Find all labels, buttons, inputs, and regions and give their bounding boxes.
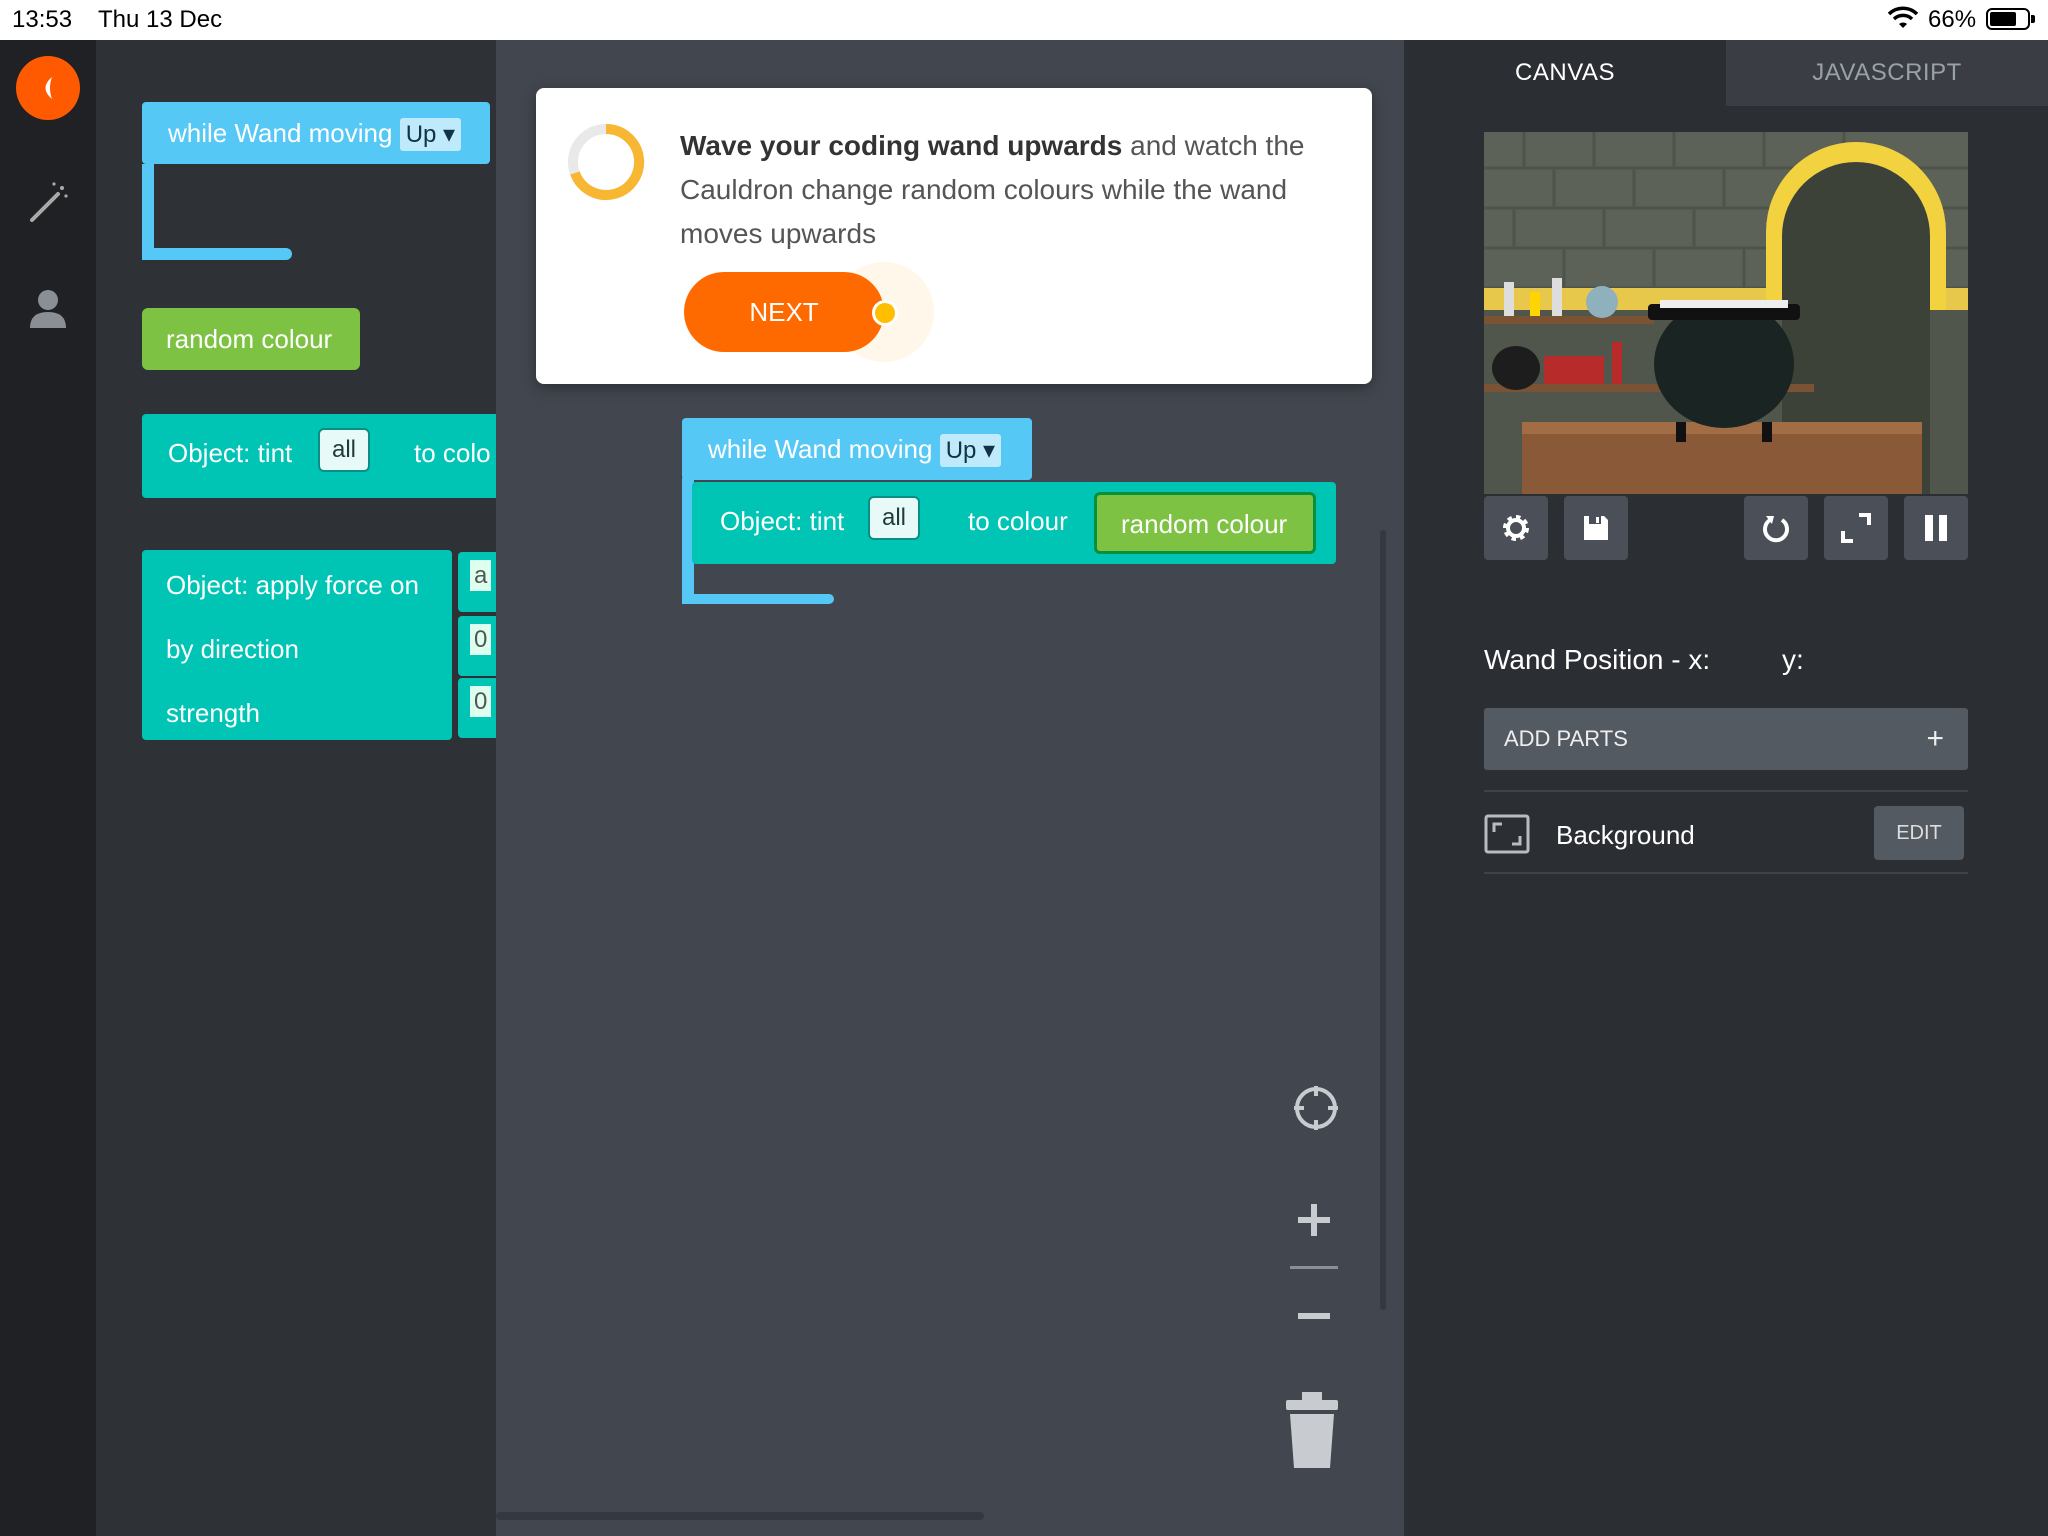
tint-target-chip[interactable]: all	[318, 428, 371, 472]
battery-percent: 66%	[1928, 6, 1977, 33]
tint-to-label: to colour	[968, 506, 1068, 536]
gear-icon	[1503, 515, 1529, 541]
trash-icon[interactable]	[1284, 1392, 1340, 1470]
force-input-2[interactable]: 0	[458, 616, 496, 676]
zoom-out-icon[interactable]	[1296, 1310, 1332, 1322]
parts-divider	[1484, 790, 1968, 792]
zoom-divider	[1290, 1266, 1338, 1269]
tutorial-card: Wave your coding wand upwards and watch …	[536, 88, 1372, 384]
status-date: Thu 13 Dec	[98, 6, 223, 33]
force-label: Object: apply force on	[166, 570, 419, 600]
while-block-foot	[682, 594, 834, 604]
palette-tint-block[interactable]: Object: tint all to colo	[142, 414, 496, 498]
tint-target-chip[interactable]: all	[868, 496, 921, 540]
palette-while-wand-block[interactable]: while Wand moving Up ▾	[142, 102, 490, 164]
fullscreen-icon	[1841, 513, 1871, 543]
fullscreen-button[interactable]	[1824, 496, 1888, 560]
background-frame-icon	[1484, 814, 1530, 854]
tab-javascript[interactable]: JAVASCRIPT	[1726, 40, 2048, 106]
force-direction-label: by direction	[166, 634, 299, 664]
tint-label: Object: tint	[168, 438, 293, 468]
wifi-icon	[1888, 6, 1918, 28]
save-button[interactable]	[1564, 496, 1628, 560]
restart-icon	[1763, 516, 1789, 543]
palette-random-colour-block[interactable]: random colour	[142, 308, 360, 370]
parts-bottom-divider	[1484, 872, 1968, 874]
palette-apply-force-block[interactable]: Object: apply force on by direction stre…	[142, 550, 452, 740]
next-button[interactable]: NEXT	[684, 272, 884, 352]
zoom-in-icon[interactable]	[1296, 1202, 1332, 1238]
status-time: 13:53	[12, 6, 73, 33]
tint-label: Object: tint	[720, 506, 845, 536]
add-parts-button[interactable]: ADD PARTS +	[1484, 708, 1968, 770]
battery-icon	[1986, 8, 2035, 30]
next-indicator-dot	[872, 300, 898, 326]
workspace-tint-block[interactable]: Object: tint all to colour random colour	[692, 482, 1336, 564]
pause-button[interactable]	[1904, 496, 1968, 560]
while-label: while Wand moving	[708, 434, 933, 464]
canvas-preview[interactable]	[1484, 132, 1968, 494]
workspace-while-wand-block[interactable]: while Wand moving Up ▾	[682, 418, 1032, 480]
tab-canvas[interactable]: CANVAS	[1404, 40, 1726, 106]
add-icon: +	[1926, 722, 1944, 755]
save-icon	[1584, 516, 1608, 540]
workspace-vertical-scrollbar[interactable]	[1380, 530, 1386, 1310]
while-block-foot	[142, 248, 292, 260]
progress-ring-icon	[568, 123, 645, 200]
back-icon	[45, 77, 52, 99]
force-input-3[interactable]: 0	[458, 678, 496, 738]
edit-button[interactable]: EDIT	[1874, 806, 1964, 860]
while-block-body	[142, 164, 154, 260]
settings-button[interactable]	[1484, 496, 1548, 560]
direction-dropdown[interactable]: Up ▾	[399, 118, 462, 151]
back-button[interactable]	[16, 56, 80, 120]
tint-to-label: to colo	[414, 438, 491, 468]
random-colour-label: random colour	[166, 324, 333, 354]
workspace-horizontal-scrollbar[interactable]	[496, 1512, 984, 1520]
colour-value-block[interactable]: random colour	[1094, 492, 1316, 554]
part-name: Background	[1556, 820, 1695, 850]
wand-icon[interactable]	[24, 178, 72, 226]
block-palette: while Wand moving Up ▾ random colour Obj…	[96, 40, 496, 1536]
tutorial-text: Wave your coding wand upwards and watch …	[680, 124, 1330, 256]
pause-icon	[1925, 515, 1947, 541]
tutorial-bold: Wave your coding wand upwards	[680, 130, 1123, 161]
left-rail	[0, 40, 96, 1536]
status-bar: 13:53 Thu 13 Dec 66%	[0, 0, 2048, 40]
user-icon[interactable]	[24, 284, 72, 332]
add-parts-label: ADD PARTS	[1504, 726, 1628, 751]
force-strength-label: strength	[166, 698, 260, 728]
recenter-icon[interactable]	[1292, 1084, 1340, 1132]
direction-dropdown[interactable]: Up ▾	[939, 434, 1002, 467]
wand-position-x-label: Wand Position - x:	[1484, 644, 1711, 675]
restart-button[interactable]	[1744, 496, 1808, 560]
wand-position-y-label: y:	[1782, 644, 1804, 675]
while-label: while Wand moving	[168, 118, 393, 148]
force-input-1[interactable]: a	[458, 552, 496, 612]
